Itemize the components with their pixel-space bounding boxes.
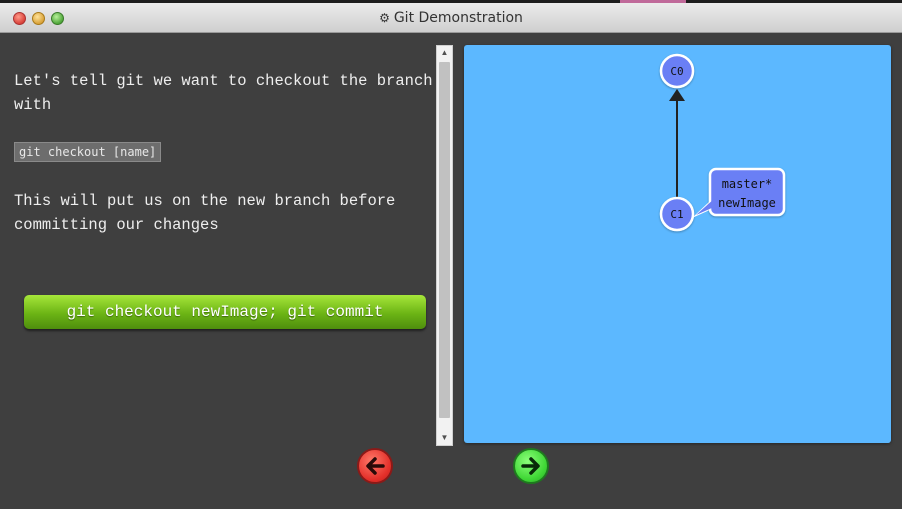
instruction-text-2: This will put us on the new branch befor… [14, 192, 396, 234]
git-graph: C0 C1 master* newImage [659, 53, 786, 232]
scroll-down-arrow-icon[interactable]: ▼ [437, 432, 452, 444]
scroll-up-arrow-icon[interactable]: ▲ [437, 47, 452, 59]
arrow-left-icon [366, 457, 385, 475]
scrollbar-thumb[interactable] [439, 62, 450, 418]
arrow-right-icon [521, 457, 540, 475]
edge-arrowhead-icon [669, 89, 685, 101]
instruction-panel: Let's tell git we want to checkout the b… [4, 34, 436, 444]
git-graph-canvas: C0 C1 master* newImage [464, 45, 891, 443]
title-bar: ⚙ Git Demonstration [0, 3, 902, 33]
code-snippet: git checkout [name] [14, 142, 162, 162]
commit-node-c1[interactable]: C1 [659, 196, 695, 232]
branch-tag[interactable]: master* newImage [692, 167, 786, 218]
window-title: Git Demonstration [393, 10, 523, 26]
instruction-scrollbar[interactable]: ▲ ▼ [436, 45, 453, 446]
instruction-text-1: Let's tell git we want to checkout the b… [14, 72, 433, 114]
gear-icon: ⚙ [379, 11, 390, 25]
previous-step-button[interactable] [357, 448, 393, 484]
commit-label-c1: C1 [670, 208, 683, 221]
branch-label-master: master* [722, 177, 773, 191]
run-command-button[interactable]: git checkout newImage; git commit [24, 295, 426, 329]
branch-label-newimage: newImage [718, 196, 776, 210]
next-step-button[interactable] [513, 448, 549, 484]
app-window: ⚙ Git Demonstration Let's tell git we wan… [0, 3, 902, 509]
commit-label-c0: C0 [670, 65, 683, 78]
window-title-wrap: ⚙ Git Demonstration [0, 10, 902, 26]
commit-node-c0[interactable]: C0 [659, 53, 695, 89]
